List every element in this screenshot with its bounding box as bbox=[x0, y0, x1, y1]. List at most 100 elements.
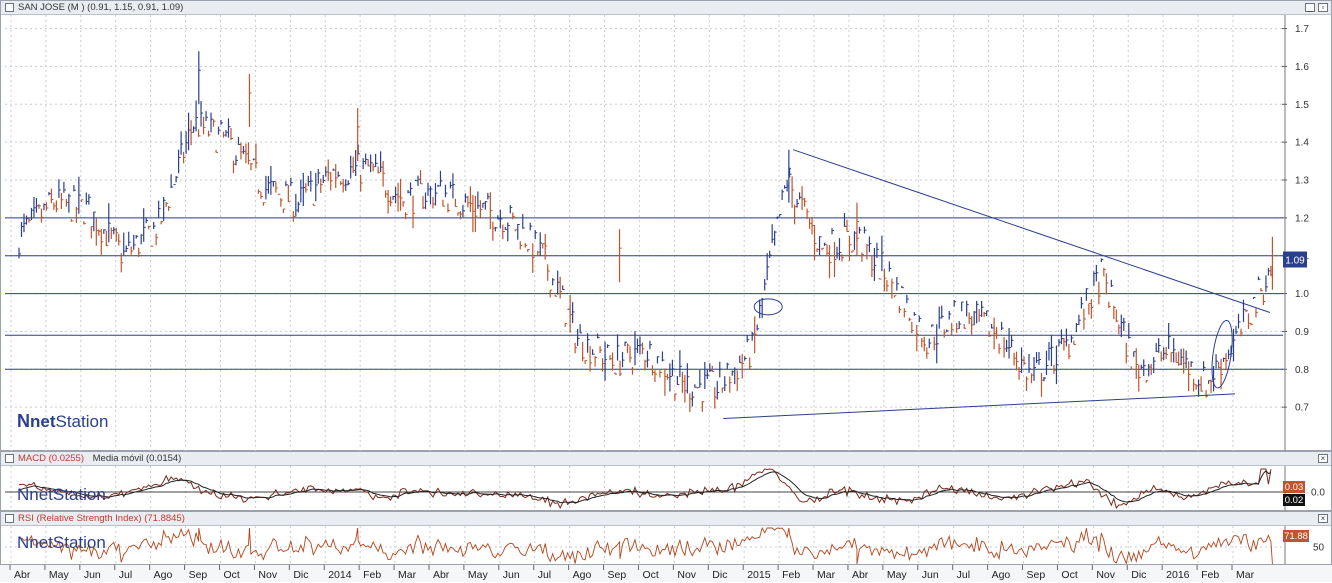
ohlc-bar bbox=[598, 334, 600, 339]
panel-checkbox[interactable] bbox=[5, 514, 14, 523]
ohlc-bar bbox=[1253, 297, 1255, 299]
maximize-button[interactable]: ▫ bbox=[1318, 3, 1328, 12]
ohlc-bar bbox=[308, 176, 310, 186]
ohlc-bar bbox=[34, 197, 36, 218]
minimize-button[interactable]: _ bbox=[1305, 3, 1315, 12]
ohlc-bar bbox=[1099, 282, 1101, 305]
ohlc-bar bbox=[343, 179, 345, 193]
x-tick-label: May bbox=[468, 569, 489, 581]
x-tick-label: Feb bbox=[363, 569, 381, 581]
ohlc-bar bbox=[401, 179, 403, 211]
ohlc-bar bbox=[1029, 354, 1031, 373]
ohlc-bar bbox=[862, 252, 864, 261]
ohlc-bar bbox=[553, 278, 555, 285]
ohlc-bar bbox=[954, 300, 956, 307]
ohlc-bar bbox=[1268, 268, 1270, 276]
ohlc-bar bbox=[221, 120, 223, 125]
y-tick-label: 1.6 bbox=[1295, 62, 1309, 73]
ohlc-bar bbox=[735, 367, 737, 384]
ohlc-bar bbox=[500, 210, 502, 229]
rsi-chart[interactable]: 5071.88NnetStation bbox=[1, 526, 1331, 566]
ohlc-bar bbox=[767, 253, 769, 280]
ohlc-bar bbox=[613, 352, 615, 370]
x-tick-label: Ago bbox=[573, 569, 592, 581]
ohlc-bar bbox=[984, 312, 986, 317]
x-tick-label: 2015 bbox=[747, 569, 771, 581]
panel-checkbox[interactable] bbox=[5, 3, 14, 12]
x-tick-label: Mar bbox=[1236, 569, 1255, 581]
ohlc-bar bbox=[214, 119, 216, 126]
ohlc-bar bbox=[852, 251, 854, 253]
ohlc-bar bbox=[196, 101, 198, 132]
ohlc-bar bbox=[1256, 308, 1258, 317]
ohlc-bar bbox=[1089, 303, 1091, 314]
ohlc-bar bbox=[795, 205, 797, 225]
ohlc-bar bbox=[1106, 273, 1108, 294]
ohlc-bar bbox=[662, 351, 664, 361]
ohlc-bar bbox=[1104, 268, 1106, 277]
ohlc-bar bbox=[844, 213, 846, 227]
ohlc-bar bbox=[837, 247, 839, 259]
ohlc-bar bbox=[81, 200, 83, 202]
ohlc-bar bbox=[1121, 315, 1123, 338]
ohlc-bar bbox=[628, 343, 630, 353]
ohlc-bar bbox=[525, 243, 527, 248]
ohlc-bar bbox=[386, 190, 388, 197]
x-tick-label: Oct bbox=[1061, 569, 1077, 581]
ohlc-bar bbox=[228, 118, 230, 137]
ohlc-bar bbox=[1032, 373, 1034, 383]
ohlc-bar bbox=[1234, 329, 1236, 361]
ohlc-bar bbox=[204, 117, 206, 134]
ohlc-bar bbox=[805, 198, 807, 207]
ohlc-bar bbox=[737, 370, 739, 391]
ohlc-bar bbox=[56, 200, 58, 212]
ohlc-bar bbox=[1272, 237, 1274, 290]
ohlc-bar bbox=[647, 351, 649, 368]
ohlc-bar bbox=[854, 231, 856, 250]
ohlc-bar bbox=[373, 163, 375, 171]
close-button[interactable]: × bbox=[1318, 454, 1328, 463]
ohlc-bar bbox=[909, 318, 911, 321]
ohlc-bar bbox=[1049, 342, 1051, 361]
ohlc-bar bbox=[902, 286, 904, 288]
close-button[interactable]: × bbox=[1318, 514, 1328, 523]
ohlc-bar bbox=[64, 182, 66, 193]
ohlc-bar bbox=[625, 342, 627, 346]
ohlc-bar bbox=[1141, 365, 1143, 370]
ohlc-bar bbox=[216, 150, 218, 153]
ohlc-bar bbox=[281, 198, 283, 207]
panel-checkbox[interactable] bbox=[5, 454, 14, 463]
ohlc-bar bbox=[91, 226, 93, 238]
price-chart[interactable]: 0.70.80.91.01.11.21.31.41.51.61.71.09 bbox=[1, 15, 1331, 451]
date-axis: AbrMayJunJulAgoSepOctNovDic2014FebMarAbr… bbox=[0, 564, 1332, 582]
ohlc-bar bbox=[690, 393, 692, 412]
ohlc-bar bbox=[1129, 323, 1131, 339]
macd-panel-titlebar: MACD (0.0255) Media móvil (0.0154) × bbox=[1, 452, 1331, 466]
macd-chart[interactable]: 0.00.030.02NnetStation bbox=[1, 466, 1331, 511]
ohlc-bar bbox=[1186, 350, 1188, 368]
ohlc-bar bbox=[1136, 348, 1138, 379]
ohlc-bar bbox=[972, 316, 974, 334]
ohlc-bar bbox=[1061, 329, 1063, 344]
ohlc-bar bbox=[475, 196, 477, 232]
ohlc-bar bbox=[1059, 339, 1061, 346]
ohlc-bar bbox=[508, 222, 510, 241]
ohlc-bar bbox=[19, 248, 21, 259]
ohlc-bar bbox=[538, 251, 540, 256]
ohlc-bar bbox=[21, 222, 23, 237]
ohlc-bar bbox=[430, 186, 432, 204]
ohlc-bar bbox=[126, 245, 128, 252]
ohlc-bar bbox=[849, 236, 851, 261]
ohlc-bar bbox=[134, 235, 136, 250]
ohlc-bar bbox=[443, 200, 445, 207]
x-tick-label: Nov bbox=[258, 569, 277, 581]
ohlc-bar bbox=[468, 196, 470, 207]
ohlc-bar bbox=[705, 362, 707, 389]
ohlc-bar bbox=[368, 159, 370, 166]
ohlc-bar bbox=[533, 243, 535, 273]
ohlc-bar bbox=[1224, 358, 1226, 362]
ohlc-bar bbox=[762, 298, 764, 318]
ohlc-bar bbox=[154, 222, 156, 229]
ohlc-bar bbox=[94, 212, 96, 232]
ohlc-bar bbox=[191, 120, 193, 145]
